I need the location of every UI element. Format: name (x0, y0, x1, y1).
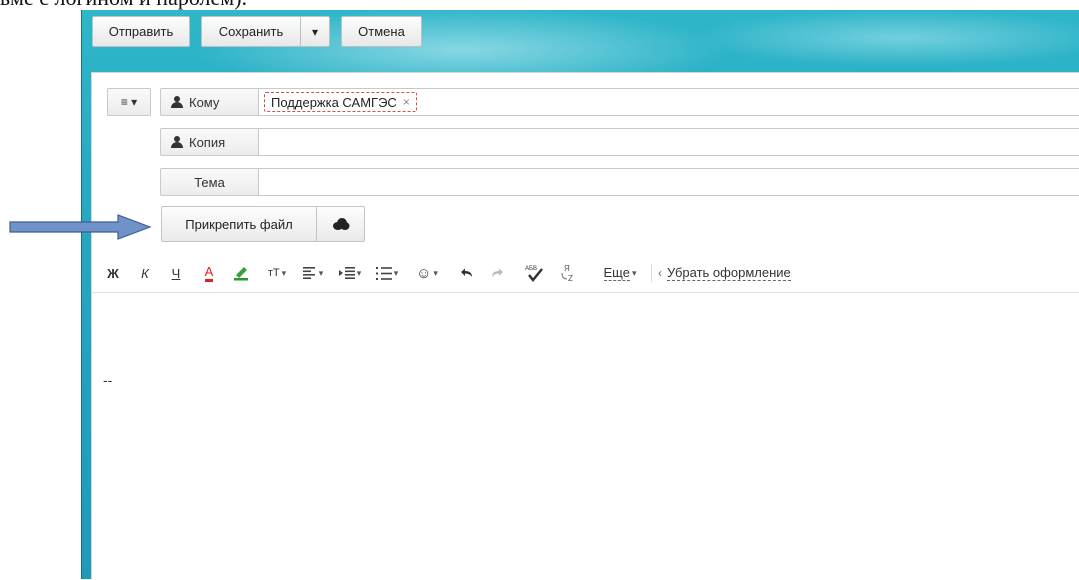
person-icon (171, 96, 185, 108)
chevron-down-icon: ▾ (281, 267, 287, 278)
menu-icon: ≡ ▾ (120, 95, 138, 109)
chevron-left-icon: ‹ (658, 266, 662, 280)
cancel-button[interactable]: Отмена (341, 16, 422, 47)
smiley-icon: ☺ (416, 264, 432, 282)
cc-input[interactable] (258, 128, 1079, 156)
remove-format-button[interactable]: ‹ Убрать оформление (658, 262, 810, 284)
toolbar-divider (651, 264, 652, 282)
text-color-icon: А (204, 264, 214, 282)
recipient-chip[interactable]: Поддержка САМГЭС × (264, 92, 417, 112)
spellcheck-icon: АБВ (525, 266, 543, 282)
undo-icon (461, 268, 472, 277)
undo-button[interactable] (458, 262, 476, 284)
emoji-button[interactable]: ☺ ▾ (412, 262, 442, 284)
cloud-attach-button[interactable] (317, 207, 365, 241)
redo-icon (492, 268, 503, 277)
svg-text:Z: Z (568, 274, 573, 283)
cc-field-label[interactable]: Копия (160, 128, 258, 156)
chevron-down-icon: ▾ (311, 24, 319, 39)
redo-button[interactable] (488, 262, 506, 284)
numbered-list-icon (375, 266, 392, 280)
font-size-button[interactable]: тТ ▾ (263, 262, 291, 284)
indent-icon (338, 267, 355, 279)
chevron-down-icon: ▾ (318, 267, 324, 278)
person-icon (171, 136, 185, 148)
highlight-button[interactable] (230, 262, 252, 284)
document-top-text: ьме с логином и паролем). (0, 0, 420, 10)
text-color-button[interactable]: А (199, 262, 219, 284)
align-button[interactable]: ▾ (299, 262, 327, 284)
align-left-icon (302, 267, 315, 279)
translit-icon: Я Z (561, 264, 573, 283)
attach-file-button[interactable]: Прикрепить файл (162, 207, 317, 241)
remove-format-label: Убрать оформление (667, 264, 791, 281)
close-icon[interactable]: × (403, 95, 410, 109)
svg-text:АБВ: АБВ (525, 266, 537, 272)
save-dropdown-button[interactable]: ▾ (301, 16, 330, 47)
cloud-icon (333, 218, 350, 230)
chevron-down-icon: ▾ (631, 267, 637, 278)
italic-button[interactable]: К (136, 262, 154, 284)
cc-label-text: Копия (189, 134, 226, 150)
underline-button[interactable]: Ч (167, 262, 185, 284)
indent-button[interactable]: ▾ (335, 262, 365, 284)
bold-button[interactable]: Ж (104, 262, 122, 284)
font-size-icon: тТ (267, 267, 280, 279)
to-input[interactable]: Поддержка САМГЭС × (258, 88, 1079, 116)
arrow-pointer-icon (9, 214, 152, 240)
subject-input[interactable] (258, 168, 1079, 196)
to-label-text: Кому (189, 94, 220, 110)
attach-button-group: Прикрепить файл (161, 206, 365, 242)
toolbar-divider-line (91, 292, 1079, 293)
recipient-chip-label: Поддержка САМГЭС (271, 94, 397, 110)
highlighter-icon (234, 267, 248, 281)
chevron-down-icon: ▾ (433, 267, 438, 278)
subject-field-label: Тема (160, 168, 258, 196)
more-label: Еще (603, 264, 630, 281)
list-button[interactable]: ▾ (372, 262, 402, 284)
translit-button[interactable]: Я Z (558, 262, 580, 284)
compose-menu-button[interactable]: ≡ ▾ (107, 88, 151, 116)
subject-label-text: Тема (194, 174, 225, 190)
chevron-down-icon: ▾ (356, 267, 362, 278)
chevron-down-icon: ▾ (393, 267, 399, 278)
to-field-label[interactable]: Кому (160, 88, 258, 116)
send-button[interactable]: Отправить (92, 16, 190, 47)
more-button[interactable]: Еще ▾ (597, 262, 643, 284)
signature-text[interactable]: -- (103, 372, 112, 388)
spellcheck-button[interactable]: АБВ (522, 262, 550, 284)
svg-text:Я: Я (564, 264, 570, 273)
save-button[interactable]: Сохранить (201, 16, 301, 47)
